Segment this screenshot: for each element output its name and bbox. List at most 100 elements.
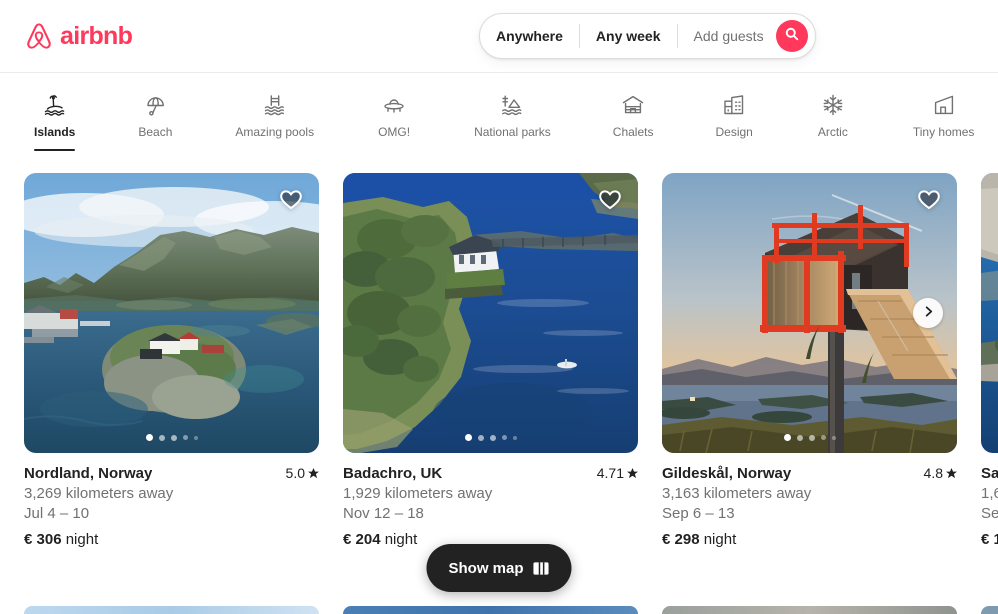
- listing-dates: Nov 12 – 18: [343, 505, 424, 522]
- rating-value: 4.71: [596, 465, 624, 481]
- search-guests-segment[interactable]: Add guests: [678, 14, 776, 58]
- price-unit: night: [65, 531, 99, 548]
- category-label: Design: [715, 125, 753, 139]
- category-label: Tiny homes: [912, 125, 975, 139]
- rating-value: 4.8: [923, 465, 943, 481]
- listing-info: Nordland, Norway 5.0 3,269 kilometers aw…: [24, 453, 319, 548]
- carousel-dot[interactable]: [831, 435, 836, 440]
- photo-carousel-dots[interactable]: [24, 434, 319, 441]
- photo-carousel-dots[interactable]: [343, 434, 638, 441]
- chalet-icon: [621, 93, 645, 117]
- category-national-parks[interactable]: National parks: [464, 93, 561, 151]
- carousel-dot[interactable]: [170, 434, 177, 441]
- listing-photo[interactable]: [981, 173, 998, 453]
- price-unit: night: [703, 531, 737, 548]
- category-chalets[interactable]: Chalets: [603, 93, 664, 151]
- listing-title-row: Sal: [981, 465, 998, 482]
- listing-distance: 3,269 kilometers away: [24, 485, 174, 502]
- carousel-dot[interactable]: [783, 434, 791, 441]
- search-location-segment[interactable]: Anywhere: [480, 14, 579, 58]
- carousel-dot[interactable]: [145, 434, 153, 441]
- listing-distance: 1,6: [981, 485, 998, 502]
- carousel-dot[interactable]: [820, 435, 826, 440]
- category-beach[interactable]: Beach: [127, 93, 183, 151]
- category-omg[interactable]: OMG!: [366, 93, 422, 151]
- carousel-dot[interactable]: [512, 435, 517, 440]
- favorite-heart-icon[interactable]: [279, 187, 303, 211]
- map-panel-icon: [533, 560, 550, 577]
- show-map-button[interactable]: Show map: [426, 544, 572, 592]
- listing-title: Nordland, Norway: [24, 465, 153, 482]
- listing-card[interactable]: Nordland, Norway 5.0 3,269 kilometers aw…: [24, 173, 319, 548]
- category-label: National parks: [474, 125, 551, 139]
- carousel-dot[interactable]: [158, 434, 165, 441]
- search-dates-segment[interactable]: Any week: [580, 14, 677, 58]
- design-building-icon: [722, 93, 746, 117]
- category-design[interactable]: Design: [705, 93, 762, 151]
- favorite-heart-icon[interactable]: [917, 187, 941, 211]
- next-card-image-peek[interactable]: [981, 606, 998, 614]
- photo-wooded-island-white-house: [343, 173, 638, 453]
- carousel-dot[interactable]: [477, 434, 484, 441]
- national-park-icon: [500, 93, 524, 117]
- airbnb-wordmark: airbnb: [60, 21, 133, 50]
- airbnb-logo[interactable]: airbnb: [24, 20, 133, 52]
- listing-title: Sal: [981, 465, 998, 482]
- listing-info: Sal 1,6 Se € 1: [981, 453, 998, 548]
- category-amazing-pools[interactable]: Amazing pools: [225, 93, 324, 151]
- next-card-image-peek[interactable]: [662, 606, 957, 614]
- carousel-dot[interactable]: [501, 435, 507, 440]
- star-icon: [627, 467, 638, 479]
- price-amount: € 1: [981, 531, 998, 548]
- category-arctic[interactable]: Arctic: [805, 93, 861, 151]
- carousel-dot[interactable]: [182, 435, 188, 440]
- star-icon: [946, 467, 957, 479]
- listing-card[interactable]: Badachro, UK 4.71 1,929 kilometers away …: [343, 173, 638, 548]
- carousel-dot[interactable]: [808, 434, 815, 441]
- photo-carousel-dots[interactable]: [981, 434, 998, 441]
- listing-info: Gildeskål, Norway 4.8 3,163 kilometers a…: [662, 453, 957, 548]
- next-card-image-peek[interactable]: [24, 606, 319, 614]
- photo-next-button[interactable]: [913, 298, 943, 328]
- price-amount: € 298: [662, 531, 700, 548]
- search-submit-button[interactable]: [775, 20, 808, 52]
- category-label: Amazing pools: [235, 125, 315, 139]
- listing-photo[interactable]: [24, 173, 319, 453]
- search-icon: [785, 27, 799, 46]
- listing-price: € 306 night: [24, 531, 319, 548]
- listing-card[interactable]: Gildeskål, Norway 4.8 3,163 kilometers a…: [662, 173, 957, 548]
- category-tiny-homes[interactable]: Tiny homes: [903, 93, 985, 151]
- category-islands[interactable]: Islands: [24, 93, 85, 151]
- airbnb-bely-icon: [24, 20, 54, 52]
- site-header: airbnb Anywhere Any week Add guests: [0, 0, 998, 73]
- carousel-dot[interactable]: [193, 435, 198, 440]
- photo-carousel-dots[interactable]: [662, 434, 957, 441]
- show-map-label: Show map: [448, 559, 524, 577]
- category-label: OMG!: [378, 125, 411, 139]
- listing-title-row: Badachro, UK 4.71: [343, 465, 638, 482]
- photo-rocky-coast-blue-sea: [981, 173, 998, 453]
- photo-island-village-fjord: [24, 173, 319, 453]
- listing-title: Gildeskål, Norway: [662, 465, 792, 482]
- search-bar[interactable]: Anywhere Any week Add guests: [479, 13, 816, 59]
- island-icon: [43, 93, 67, 117]
- price-amount: € 204: [343, 531, 381, 548]
- listing-photo[interactable]: [662, 173, 957, 453]
- next-row-peek: [24, 606, 998, 614]
- favorite-heart-icon[interactable]: [598, 187, 622, 211]
- ufo-icon: [382, 93, 406, 117]
- carousel-dot[interactable]: [464, 434, 472, 441]
- carousel-dot[interactable]: [796, 434, 803, 441]
- listing-rating: 4.8: [924, 465, 957, 481]
- listing-info: Badachro, UK 4.71 1,929 kilometers away …: [343, 453, 638, 548]
- listing-photo[interactable]: [343, 173, 638, 453]
- listing-rating: 4.71: [597, 465, 638, 481]
- rating-value: 5.0: [285, 465, 305, 481]
- listing-card[interactable]: Sal 1,6 Se € 1: [981, 173, 998, 548]
- listing-price: € 298 night: [662, 531, 957, 548]
- category-bar[interactable]: Islands Beach Amazing pools OMG! Nationa…: [0, 73, 998, 173]
- listing-distance: 3,163 kilometers away: [662, 485, 812, 502]
- category-label: Arctic: [817, 125, 848, 139]
- next-card-image-peek[interactable]: [343, 606, 638, 614]
- carousel-dot[interactable]: [489, 434, 496, 441]
